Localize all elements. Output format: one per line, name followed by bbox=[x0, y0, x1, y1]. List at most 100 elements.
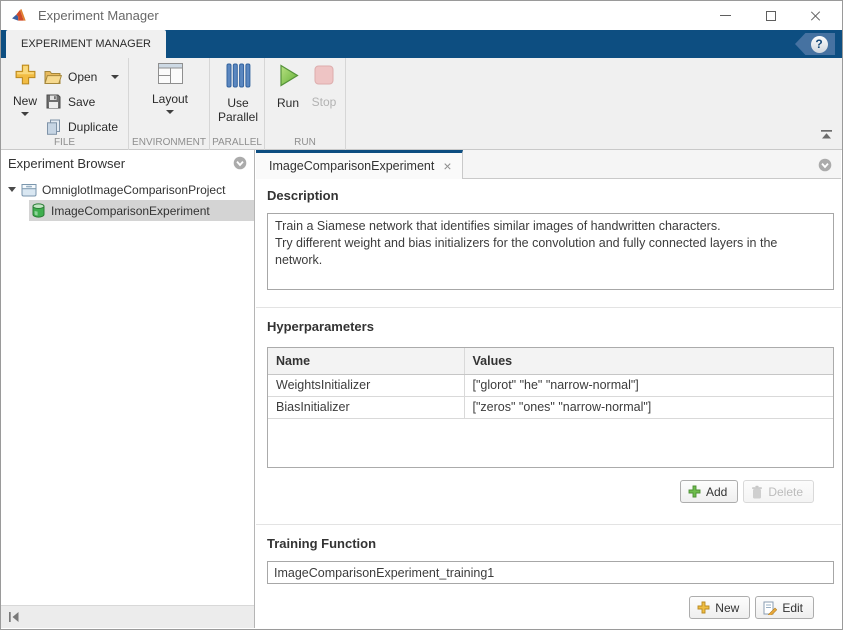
hyperparameters-table: Name Values WeightsInitializer ["glorot"… bbox=[268, 348, 833, 419]
document-tabbar: ImageComparisonExperiment × bbox=[256, 150, 841, 179]
file-section-label: FILE bbox=[53, 137, 76, 148]
open-dropdown-icon[interactable] bbox=[111, 74, 120, 79]
delete-button-label: Delete bbox=[768, 484, 803, 499]
document-content: Description Train a Siamese network that… bbox=[256, 179, 841, 628]
toolstrip-section-file: New Open Save Duplicate FILE bbox=[1, 58, 129, 150]
experiment-icon bbox=[31, 202, 46, 219]
edit-icon bbox=[763, 601, 778, 615]
tree-item-project[interactable]: OmniglotImageComparisonProject bbox=[1, 179, 254, 200]
table-row[interactable]: BiasInitializer ["zeros" "ones" "narrow-… bbox=[268, 396, 833, 419]
help-button[interactable]: ? bbox=[795, 33, 835, 55]
run-button[interactable]: Run bbox=[273, 63, 303, 110]
window-title: Experiment Manager bbox=[38, 8, 159, 23]
toolstrip-section-run: Run Stop RUN bbox=[265, 58, 346, 150]
save-icon bbox=[43, 94, 63, 109]
layout-button[interactable]: Layout bbox=[149, 63, 191, 114]
delete-hyperparameter-button[interactable]: Delete bbox=[743, 480, 814, 503]
minimize-button[interactable] bbox=[703, 1, 748, 30]
collapse-toolstrip-button[interactable] bbox=[820, 127, 833, 145]
browser-options-button[interactable] bbox=[233, 156, 247, 170]
close-icon bbox=[810, 10, 822, 22]
open-button[interactable]: Open bbox=[43, 64, 120, 89]
maximize-button[interactable] bbox=[748, 1, 793, 30]
hyperparameter-values-cell[interactable]: ["glorot" "he" "narrow-normal"] bbox=[464, 374, 833, 397]
document-tab-image-comparison[interactable]: ImageComparisonExperiment × bbox=[256, 150, 463, 179]
tab-close-icon[interactable]: × bbox=[443, 159, 451, 173]
document-area: ImageComparisonExperiment × Description … bbox=[256, 150, 841, 628]
run-section-label: RUN bbox=[294, 137, 316, 148]
close-button[interactable] bbox=[793, 1, 838, 30]
tabbar-options-button[interactable] bbox=[818, 158, 832, 177]
toolstrip-section-environment: Layout ENVIRONMENT bbox=[129, 58, 210, 150]
new-function-label: New bbox=[715, 600, 740, 615]
run-button-label: Run bbox=[276, 96, 299, 110]
help-icon: ? bbox=[810, 35, 828, 53]
hyperparameter-values-cell[interactable]: ["zeros" "ones" "narrow-normal"] bbox=[464, 396, 833, 419]
experiment-manager-window: Experiment Manager EXPERIMENT MANAGER ? … bbox=[0, 0, 843, 630]
stop-button[interactable]: Stop bbox=[308, 63, 340, 109]
table-header-row: Name Values bbox=[268, 348, 833, 375]
use-parallel-icon bbox=[226, 63, 251, 93]
window-controls bbox=[703, 1, 838, 30]
tree-item-experiment[interactable]: ImageComparisonExperiment bbox=[29, 200, 254, 221]
duplicate-button-label: Duplicate bbox=[68, 119, 119, 134]
stop-icon bbox=[312, 63, 336, 92]
duplicate-button[interactable]: Duplicate bbox=[43, 114, 119, 139]
experiment-browser-header: Experiment Browser bbox=[1, 150, 254, 176]
minimize-icon bbox=[720, 15, 731, 16]
new-function-plus-icon bbox=[697, 601, 710, 614]
maximize-icon bbox=[765, 10, 776, 21]
stop-button-label: Stop bbox=[311, 95, 337, 109]
run-icon bbox=[276, 63, 301, 93]
new-plus-icon bbox=[14, 63, 37, 91]
expand-arrow-icon[interactable] bbox=[8, 187, 16, 192]
use-parallel-button[interactable]: Use Parallel bbox=[218, 63, 258, 124]
experiment-label: ImageComparisonExperiment bbox=[51, 203, 210, 218]
add-button-label: Add bbox=[705, 484, 728, 499]
column-header-values: Values bbox=[464, 348, 833, 375]
open-button-label: Open bbox=[68, 69, 98, 84]
layout-button-label: Layout bbox=[151, 92, 189, 106]
table-row[interactable]: WeightsInitializer ["glorot" "he" "narro… bbox=[268, 374, 833, 397]
section-divider bbox=[256, 307, 841, 308]
training-function-actions: New Edit bbox=[267, 596, 834, 619]
file-button-stack: Open Save Duplicate bbox=[43, 64, 120, 139]
hyperparameter-name-cell[interactable]: WeightsInitializer bbox=[268, 374, 465, 397]
chevron-down-icon bbox=[166, 110, 174, 114]
environment-section-label: ENVIRONMENT bbox=[132, 137, 206, 148]
new-function-button[interactable]: New bbox=[689, 596, 751, 619]
title-bar: Experiment Manager bbox=[1, 1, 842, 30]
project-label: OmniglotImageComparisonProject bbox=[42, 182, 226, 197]
document-tab-label: ImageComparisonExperiment bbox=[269, 159, 435, 173]
hyperparameter-name-cell[interactable]: BiasInitializer bbox=[268, 396, 465, 419]
section-divider bbox=[256, 524, 841, 525]
description-heading: Description bbox=[267, 188, 339, 203]
tab-experiment-manager[interactable]: EXPERIMENT MANAGER bbox=[6, 30, 166, 58]
hyperparameters-heading: Hyperparameters bbox=[267, 319, 374, 334]
description-textarea[interactable]: Train a Siamese network that identifies … bbox=[267, 213, 834, 290]
save-button[interactable]: Save bbox=[43, 89, 119, 114]
toolstrip-section-parallel: Use Parallel PARALLEL bbox=[210, 58, 265, 150]
matlab-logo-icon bbox=[12, 8, 29, 23]
use-parallel-label: Use Parallel bbox=[217, 96, 259, 124]
hyperparameters-actions: Add Delete bbox=[267, 480, 834, 503]
open-folder-icon bbox=[43, 70, 63, 84]
edit-function-label: Edit bbox=[782, 600, 803, 615]
toolstrip: New Open Save Duplicate FILE Layout ENVI… bbox=[1, 58, 842, 150]
delete-trash-icon bbox=[751, 485, 763, 499]
ribbon-tabstrip: EXPERIMENT MANAGER ? bbox=[1, 30, 842, 58]
add-hyperparameter-button[interactable]: Add bbox=[679, 480, 739, 503]
experiment-browser-title: Experiment Browser bbox=[8, 155, 126, 171]
column-header-name: Name bbox=[268, 348, 465, 375]
new-button[interactable]: New bbox=[8, 63, 42, 116]
training-function-heading: Training Function bbox=[267, 536, 377, 551]
save-button-label: Save bbox=[68, 94, 96, 109]
collapse-panel-button[interactable] bbox=[8, 612, 20, 622]
hyperparameters-table-frame: Name Values WeightsInitializer ["glorot"… bbox=[267, 347, 834, 468]
layout-icon bbox=[157, 63, 183, 89]
duplicate-icon bbox=[43, 119, 63, 135]
parallel-section-label: PARALLEL bbox=[212, 137, 262, 148]
edit-function-button[interactable]: Edit bbox=[755, 596, 814, 619]
training-function-input[interactable] bbox=[267, 561, 834, 584]
experiment-browser-panel: Experiment Browser OmniglotImageComparis… bbox=[1, 150, 255, 628]
